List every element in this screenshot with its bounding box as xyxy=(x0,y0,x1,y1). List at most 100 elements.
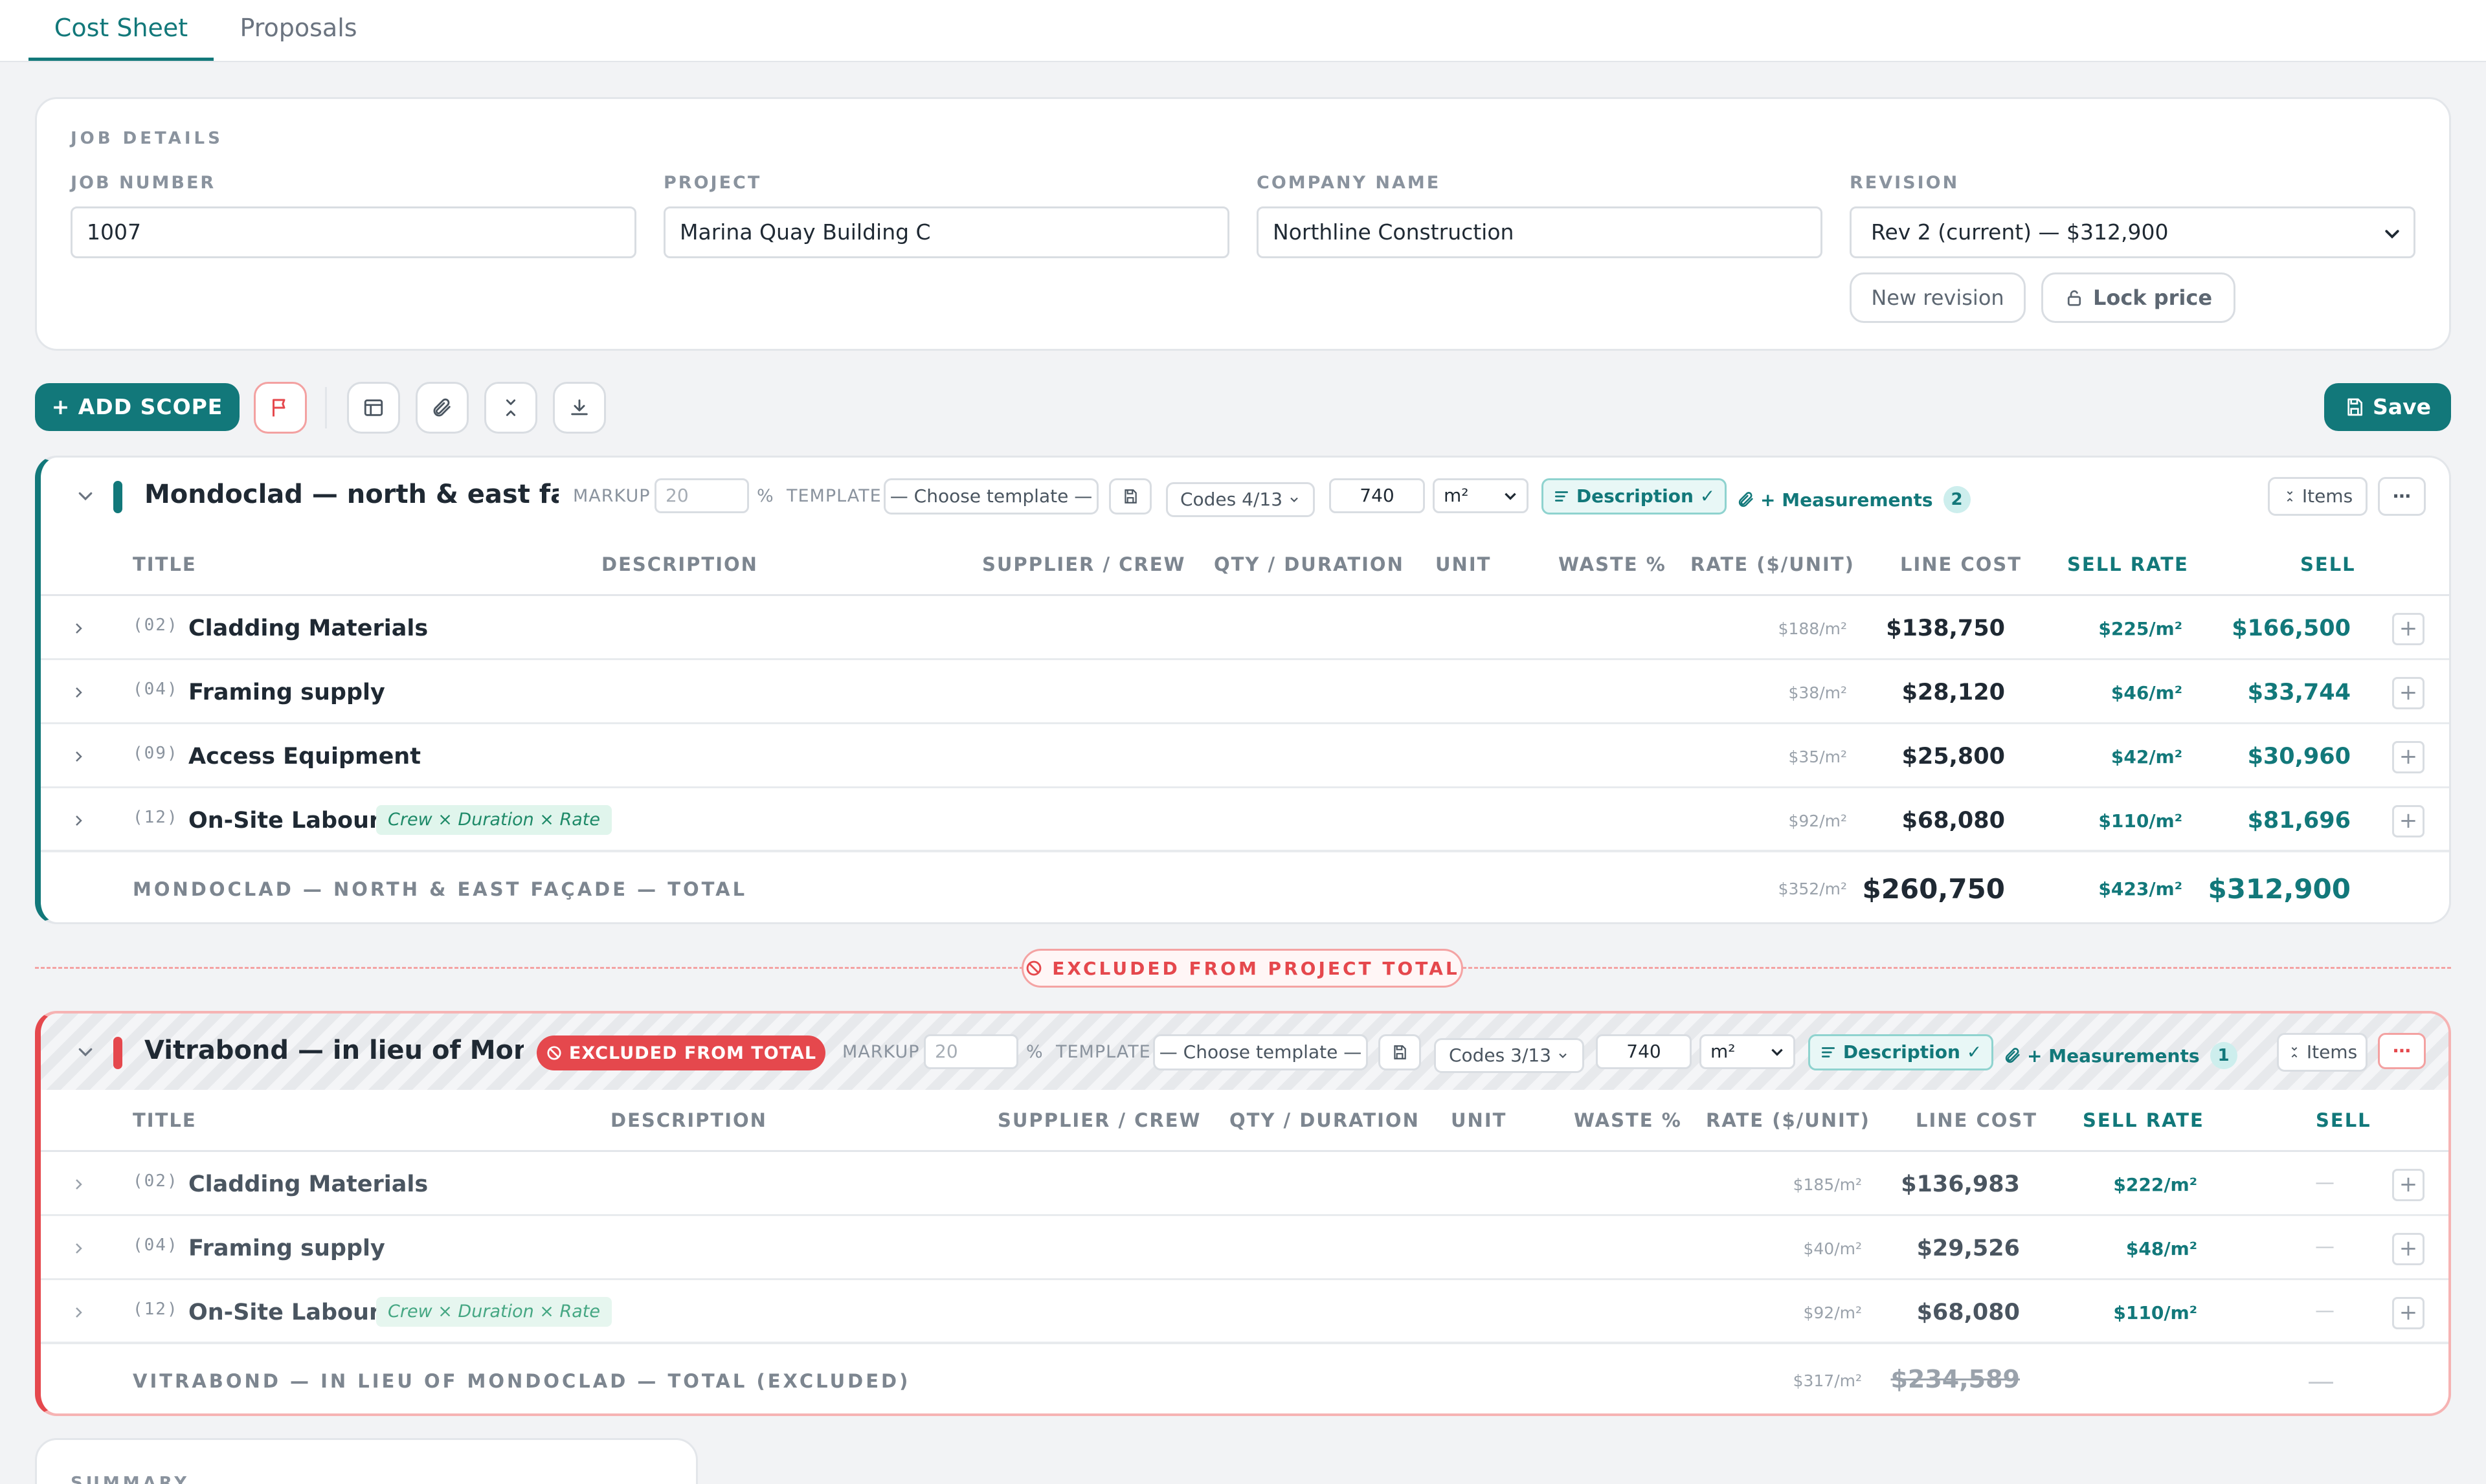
unit-select[interactable]: m² xyxy=(1433,478,1529,513)
scope-title[interactable]: Mondoclad — north & east façade xyxy=(144,480,559,509)
qty-input[interactable]: 740 xyxy=(1596,1034,1692,1069)
chevron-right-icon[interactable] xyxy=(71,813,86,828)
markup-label: MARKUP xyxy=(842,1042,920,1062)
total-label: VITRABOND — IN LIEU OF MONDOCLAD — TOTAL… xyxy=(133,1370,911,1392)
chevron-down-icon[interactable] xyxy=(76,486,95,505)
chevron-down-icon xyxy=(1288,493,1301,506)
total-rate: $317/m² xyxy=(1793,1371,1862,1390)
save-template-button[interactable] xyxy=(1378,1034,1421,1070)
description-toggle[interactable]: Description ✓ xyxy=(1541,478,1727,515)
col-rate: RATE ($/UNIT) xyxy=(1690,553,1855,575)
table-row[interactable]: (02) Cladding Materials $185/m² $136,983… xyxy=(41,1152,2448,1216)
chevron-down-icon[interactable] xyxy=(76,1042,95,1061)
markup-input[interactable]: 20 xyxy=(655,478,749,513)
attach-button[interactable] xyxy=(416,382,469,434)
more-options-button[interactable]: ⋯ xyxy=(2378,477,2426,516)
chevron-down-icon xyxy=(1502,487,1519,504)
chevron-right-icon[interactable] xyxy=(71,1241,86,1256)
company-name-input[interactable]: Northline Construction xyxy=(1257,206,1822,258)
scope-header: Vitrabond — in lieu of Mondoclad EXCLUDE… xyxy=(41,1013,2448,1090)
collapse-icon xyxy=(2287,1045,2301,1059)
row-line-cost: $136,983 xyxy=(1901,1171,2020,1197)
lock-price-button[interactable]: Lock price xyxy=(2041,272,2235,323)
scope-title[interactable]: Vitrabond — in lieu of Mondoclad xyxy=(144,1035,524,1065)
col-qty: QTY / DURATION xyxy=(1229,1109,1420,1131)
col-qty: QTY / DURATION xyxy=(1214,553,1404,575)
ban-icon xyxy=(546,1045,563,1061)
toolbar-divider xyxy=(325,387,327,428)
measurements-link[interactable]: + Measurements 1 xyxy=(2004,1042,2237,1069)
unit-value: m² xyxy=(1444,485,1469,506)
col-line-cost: LINE COST xyxy=(1916,1109,2038,1131)
col-waste: WASTE % xyxy=(1574,1109,1682,1131)
description-toggle[interactable]: Description ✓ xyxy=(1808,1034,1993,1070)
tab-cost-sheet[interactable]: Cost Sheet xyxy=(28,0,214,61)
items-button[interactable]: Items xyxy=(2277,1033,2368,1072)
flag-button[interactable] xyxy=(254,382,307,434)
chevron-right-icon[interactable] xyxy=(71,685,86,700)
table-row[interactable]: (09) Access Equipment $35/m² $25,800 $42… xyxy=(41,724,2449,788)
more-options-button[interactable]: ⋯ xyxy=(2378,1033,2426,1069)
codes-select[interactable]: Codes 3/13 xyxy=(1434,1038,1584,1073)
save-button[interactable]: Save xyxy=(2324,383,2451,431)
codes-label: Codes 3/13 xyxy=(1448,1045,1552,1066)
row-sell-rate: $222/m² xyxy=(2113,1174,2197,1195)
job-number-label: JOB NUMBER xyxy=(71,173,216,193)
percent-label: % xyxy=(1026,1042,1044,1062)
markup-input[interactable]: 20 xyxy=(924,1034,1018,1069)
table-row[interactable]: (02) Cladding Materials $188/m² $138,750… xyxy=(41,596,2449,660)
measurements-link[interactable]: + Measurements 2 xyxy=(1737,486,1971,513)
table-row[interactable]: (04) Framing supply $40/m² $29,526 $48/m… xyxy=(41,1216,2448,1280)
codes-select[interactable]: Codes 4/13 xyxy=(1166,482,1315,517)
chevron-right-icon[interactable] xyxy=(71,749,86,764)
collapse-all-button[interactable] xyxy=(484,382,537,434)
paperclip-icon xyxy=(1737,491,1755,509)
chevron-right-icon[interactable] xyxy=(71,621,86,636)
add-item-button[interactable]: + xyxy=(2392,1233,2424,1265)
excluded-badge-label: EXCLUDED FROM TOTAL xyxy=(568,1043,817,1063)
save-icon xyxy=(1122,488,1139,505)
table-row[interactable]: (04) Framing supply $38/m² $28,120 $46/m… xyxy=(41,660,2449,724)
tab-bar: Cost Sheet Proposals xyxy=(0,0,2486,62)
add-item-button[interactable]: + xyxy=(2392,1169,2424,1201)
row-code: (12) xyxy=(133,808,179,827)
formula-tag: Crew × Duration × Rate xyxy=(376,1297,612,1327)
chevron-right-icon[interactable] xyxy=(71,1177,86,1192)
qty-input[interactable]: 740 xyxy=(1329,478,1425,513)
template-select[interactable]: — Choose template — xyxy=(884,478,1099,515)
unit-select[interactable]: m² xyxy=(1699,1034,1795,1069)
col-supplier: SUPPLIER / CREW xyxy=(982,553,1186,575)
add-item-button[interactable]: + xyxy=(2392,805,2424,837)
add-item-button[interactable]: + xyxy=(2392,1297,2424,1329)
col-title: TITLE xyxy=(133,553,197,575)
add-scope-button[interactable]: + ADD SCOPE xyxy=(35,383,240,431)
scope-color-bar xyxy=(113,1037,122,1069)
chevron-right-icon[interactable] xyxy=(71,1305,86,1320)
row-sell: $30,960 xyxy=(2247,744,2351,770)
new-revision-button[interactable]: New revision xyxy=(1850,272,2026,323)
save-template-button[interactable] xyxy=(1109,478,1152,515)
excluded-badge[interactable]: EXCLUDED FROM TOTAL xyxy=(537,1035,825,1070)
measurements-count: 1 xyxy=(2210,1042,2237,1069)
project-input[interactable]: Marina Quay Building C xyxy=(664,206,1229,258)
row-sell-rate: $48/m² xyxy=(2125,1238,2197,1259)
items-button[interactable]: Items xyxy=(2268,477,2368,516)
table-row[interactable]: (12) On-Site Labour Crew × Duration × Ra… xyxy=(41,1280,2448,1344)
row-sell: $166,500 xyxy=(2232,615,2351,641)
template-select[interactable]: — Choose template — xyxy=(1153,1034,1368,1070)
table-view-button[interactable] xyxy=(347,382,400,434)
add-item-button[interactable]: + xyxy=(2392,741,2424,773)
tab-proposals[interactable]: Proposals xyxy=(214,0,383,61)
excluded-divider-label: EXCLUDED FROM PROJECT TOTAL xyxy=(1052,957,1460,979)
add-item-button[interactable]: + xyxy=(2392,613,2424,645)
row-rate: $92/m² xyxy=(1803,1303,1862,1322)
download-button[interactable] xyxy=(553,382,606,434)
table-row[interactable]: (12) On-Site Labour Crew × Duration × Ra… xyxy=(41,788,2449,852)
job-number-input[interactable]: 1007 xyxy=(71,206,636,258)
more-horizontal-icon: ⋯ xyxy=(2393,1040,2411,1061)
row-rate: $35/m² xyxy=(1788,748,1847,766)
col-unit: UNIT xyxy=(1451,1109,1507,1131)
revision-select[interactable]: Rev 2 (current) — $312,900 xyxy=(1850,206,2415,258)
scope-header: Mondoclad — north & east façade MARKUP 2… xyxy=(41,458,2449,534)
add-item-button[interactable]: + xyxy=(2392,677,2424,709)
